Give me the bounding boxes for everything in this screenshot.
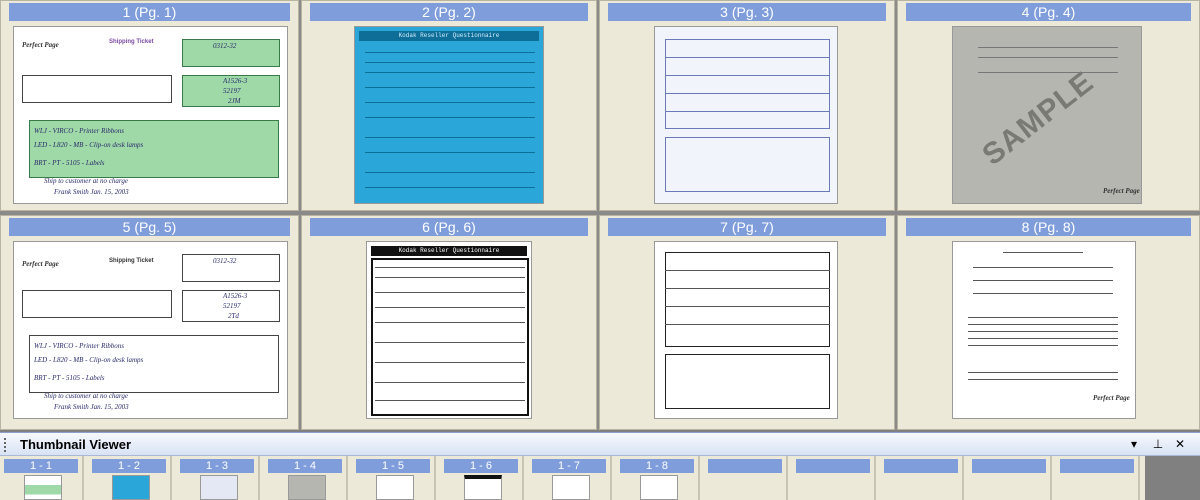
page-thumbnail[interactable]: [654, 241, 838, 419]
order-box: A1526-3 52197 2JM: [182, 75, 280, 107]
thumbnail-item[interactable]: 1 - 1: [0, 456, 84, 500]
chevron-down-icon[interactable]: ▾: [1126, 436, 1142, 452]
page-cell-6[interactable]: 6 (Pg. 6) Kodak Reseller Questionnaire: [301, 215, 597, 430]
page-cell-1[interactable]: 1 (Pg. 1) Perfect Page Shipping Ticket 0…: [0, 0, 299, 211]
page-thumbnail[interactable]: Perfect Page: [952, 241, 1136, 419]
thumbnail-image: [376, 475, 414, 500]
strip-empty-area: [1145, 456, 1200, 500]
thumbnail-image: [24, 475, 62, 500]
thumbnail-item[interactable]: [792, 456, 876, 500]
thumbnail-viewer-header: Thumbnail Viewer ▾ ⊥ ✕: [0, 432, 1200, 456]
thumbnail-item[interactable]: [880, 456, 964, 500]
page-label: 4 (Pg. 4): [906, 3, 1191, 21]
page-thumbnail[interactable]: [654, 26, 838, 204]
address-box: [22, 75, 172, 103]
thumbnail-item[interactable]: [704, 456, 788, 500]
questionnaire-header: Kodak Reseller Questionnaire: [359, 31, 539, 41]
thumbnail-image: [200, 475, 238, 500]
company-logo: Perfect Page: [22, 41, 59, 49]
thumbnail-image: [288, 475, 326, 500]
thumbnail-item[interactable]: 1 - 6: [440, 456, 524, 500]
page-label: 2 (Pg. 2): [310, 3, 588, 21]
page-label: 3 (Pg. 3): [608, 3, 886, 21]
thumbnail-image: [640, 475, 678, 500]
page-cell-3[interactable]: 3 (Pg. 3): [599, 0, 895, 211]
page-thumbnail[interactable]: SAMPLE Perfect Page: [952, 26, 1142, 204]
document-title: Shipping Ticket: [109, 39, 154, 45]
thumbnail-strip: 1 - 1 1 - 2 1 - 3 1 - 4 1 - 5 1 - 6 1 - …: [0, 456, 1200, 500]
company-logo: Perfect Page: [1103, 187, 1140, 195]
thumbnail-item[interactable]: [968, 456, 1052, 500]
page-label: 1 (Pg. 1): [9, 3, 290, 21]
thumbnail-item[interactable]: 1 - 8: [616, 456, 700, 500]
thumbnail-image: [552, 475, 590, 500]
thumbnail-item[interactable]: 1 - 7: [528, 456, 612, 500]
line-items-table: WLJ - VIRCO - Printer Ribbons LED - L820…: [29, 335, 279, 393]
page-cell-2[interactable]: 2 (Pg. 2) Kodak Reseller Questionnaire: [301, 0, 597, 211]
ticket-number-box: 0312-32: [182, 254, 280, 282]
sample-watermark: SAMPLE: [976, 65, 1100, 172]
page-label: 7 (Pg. 7): [608, 218, 886, 236]
ticket-number-box: 0312-32: [182, 39, 280, 67]
close-icon[interactable]: ✕: [1172, 436, 1188, 452]
page-thumbnail[interactable]: Kodak Reseller Questionnaire: [354, 26, 544, 204]
document-title: Shipping Ticket: [109, 258, 154, 264]
thumbnail-item[interactable]: 1 - 3: [176, 456, 260, 500]
thumbnail-item[interactable]: 1 - 4: [264, 456, 348, 500]
address-box: [22, 290, 172, 318]
grip-icon[interactable]: [4, 438, 8, 452]
company-logo: Perfect Page: [1093, 394, 1130, 402]
page-cell-8[interactable]: 8 (Pg. 8) Perfect Page: [897, 215, 1200, 430]
thumbnail-item[interactable]: 1 - 5: [352, 456, 436, 500]
company-logo: Perfect Page: [22, 260, 59, 268]
page-thumbnail[interactable]: Perfect Page Shipping Ticket 0312-32 A15…: [13, 26, 288, 204]
page-cell-4[interactable]: 4 (Pg. 4) SAMPLE Perfect Page: [897, 0, 1200, 211]
order-box: A1526-3 52197 2Td: [182, 290, 280, 322]
page-label: 6 (Pg. 6): [310, 218, 588, 236]
page-label: 8 (Pg. 8): [906, 218, 1191, 236]
page-grid: 1 (Pg. 1) Perfect Page Shipping Ticket 0…: [0, 0, 1200, 430]
line-items-table: WLJ - VIRCO - Printer Ribbons LED - L820…: [29, 120, 279, 178]
page-thumbnail[interactable]: Kodak Reseller Questionnaire: [366, 241, 532, 419]
page-label: 5 (Pg. 5): [9, 218, 290, 236]
pin-icon[interactable]: ⊥: [1150, 436, 1166, 452]
thumbnail-item[interactable]: 1 - 2: [88, 456, 172, 500]
page-thumbnail[interactable]: Perfect Page Shipping Ticket 0312-32 A15…: [13, 241, 288, 419]
thumbnail-item[interactable]: [1056, 456, 1140, 500]
questionnaire-header: Kodak Reseller Questionnaire: [371, 246, 527, 256]
thumbnail-image: [112, 475, 150, 500]
thumbnail-viewer-title: Thumbnail Viewer: [20, 437, 132, 452]
page-cell-5[interactable]: 5 (Pg. 5) Perfect Page Shipping Ticket 0…: [0, 215, 299, 430]
page-cell-7[interactable]: 7 (Pg. 7): [599, 215, 895, 430]
thumbnail-image: [464, 475, 502, 500]
